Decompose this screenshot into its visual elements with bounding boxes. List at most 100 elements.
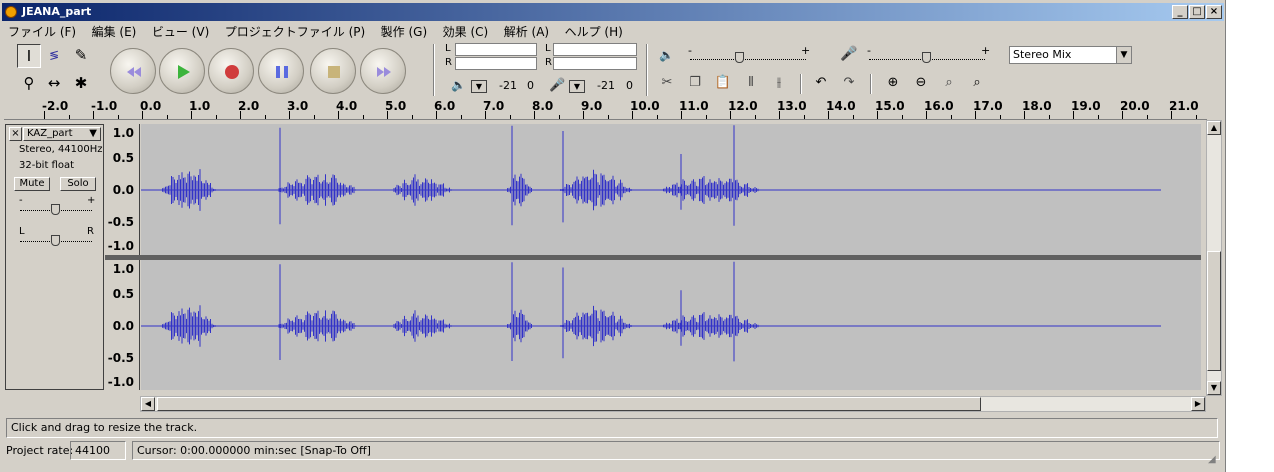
track-close-button[interactable]: ×	[9, 127, 22, 141]
track-name: KAZ_part	[27, 128, 73, 139]
ruler-tick-label: 5.0	[385, 99, 407, 113]
ruler-minor-tick	[117, 115, 119, 119]
menu-help[interactable]: ヘルプ (H)	[559, 21, 629, 42]
fit-project-icon[interactable]: ⌕	[965, 72, 989, 96]
menu-project[interactable]: プロジェクトファイル (P)	[219, 21, 371, 42]
toolbar-separator	[646, 44, 648, 96]
timeshift-tool-icon[interactable]: ↔	[42, 72, 66, 96]
fit-selection-icon[interactable]: ⌕	[937, 72, 961, 96]
ruler-tick-mark	[44, 111, 45, 119]
menu-file[interactable]: ファイル (F)	[2, 21, 82, 42]
ruler-tick-label: -1.0	[91, 99, 118, 113]
ruler-tick-label: 2.0	[238, 99, 260, 113]
output-volume-slider[interactable]	[690, 50, 806, 60]
play-icon	[178, 65, 190, 79]
ruler-minor-tick	[1048, 115, 1050, 119]
zoom-in-icon[interactable]: ⊕	[881, 72, 905, 96]
stop-button[interactable]	[310, 48, 356, 94]
output-volume-thumb[interactable]	[735, 52, 744, 63]
scroll-up-icon[interactable]: ▲	[1207, 121, 1221, 135]
draw-tool-icon[interactable]: ✎	[69, 44, 93, 68]
amplitude-ruler-left: 1.0 0.5 0.0 -0.5 -1.0	[105, 124, 140, 255]
title-bar[interactable]: JEANA_part	[2, 3, 1224, 21]
maximize-button[interactable]: □	[1189, 5, 1205, 19]
app-window: JEANA_part _ □ × ファイル (F) 編集 (E) ビュー (V)…	[0, 0, 1226, 472]
redo-icon[interactable]: ↷	[837, 72, 861, 96]
silence-icon[interactable]: ⫲	[767, 72, 791, 96]
play-meter-right-label: R	[445, 57, 452, 68]
rec-meter-menu-button[interactable]: ▼	[569, 80, 585, 93]
stop-icon	[328, 66, 340, 78]
waveform-left-channel[interactable]	[141, 124, 1201, 255]
resize-grip-icon[interactable]: ◢	[1208, 454, 1216, 465]
pause-button[interactable]	[258, 48, 304, 94]
play-meter-left-label: L	[445, 43, 451, 54]
chevron-down-icon[interactable]: ▼	[1116, 47, 1131, 63]
output-volume-icon: 🔈	[659, 48, 674, 62]
play-meter-menu-button[interactable]: ▼	[471, 80, 487, 93]
menu-generate[interactable]: 製作 (G)	[375, 21, 433, 42]
zoom-out-icon[interactable]: ⊖	[909, 72, 933, 96]
rec-meter-db-label: -21	[597, 79, 615, 92]
copy-icon[interactable]: ❐	[683, 72, 707, 96]
input-volume-thumb[interactable]	[922, 52, 931, 63]
gain-slider-thumb[interactable]	[51, 204, 60, 215]
skip-start-icon	[127, 67, 141, 77]
ruler-tick-label: 21.0	[1169, 99, 1199, 113]
track-name-menu[interactable]: KAZ_part ▼	[23, 127, 101, 141]
ruler-tick-mark	[632, 111, 633, 119]
ruler-minor-tick	[166, 115, 168, 119]
ruler-minor-tick	[705, 115, 707, 119]
track-bit-depth: 32-bit float	[19, 160, 75, 171]
pan-slider-thumb[interactable]	[51, 235, 60, 246]
cut-icon[interactable]: ✂	[655, 72, 679, 96]
trim-icon[interactable]: ⫴	[739, 72, 763, 96]
zoom-tool-icon[interactable]: ⚲	[17, 72, 41, 96]
ruler-tick-mark	[485, 111, 486, 119]
record-button[interactable]	[208, 48, 254, 94]
multi-tool-icon[interactable]: ✱	[69, 72, 93, 96]
ruler-minor-tick	[656, 115, 658, 119]
selection-tool-icon[interactable]: I	[17, 44, 41, 68]
ruler-tick-label: -2.0	[42, 99, 69, 113]
menu-effect[interactable]: 効果 (C)	[437, 21, 495, 42]
ruler-tick-label: 15.0	[875, 99, 905, 113]
track-format: Stereo, 44100Hz	[19, 144, 103, 155]
close-button[interactable]: ×	[1206, 5, 1222, 19]
undo-icon[interactable]: ↶	[809, 72, 833, 96]
ruler-minor-tick	[264, 115, 266, 119]
paste-icon[interactable]: 📋	[711, 72, 735, 96]
scroll-left-icon[interactable]: ◀	[141, 397, 155, 411]
record-icon	[225, 65, 239, 79]
menu-view[interactable]: ビュー (V)	[146, 21, 215, 42]
skip-start-button[interactable]	[110, 48, 156, 94]
vertical-scroll-thumb[interactable]	[1207, 251, 1221, 371]
skip-end-icon	[377, 67, 391, 77]
input-source-select[interactable]: Stereo Mix ▼	[1009, 46, 1132, 64]
rec-meter-zero-label: 0	[626, 79, 633, 92]
waveform-right-channel[interactable]	[141, 260, 1201, 390]
scroll-right-icon[interactable]: ▶	[1191, 397, 1205, 411]
waveform-path	[162, 125, 760, 226]
menu-analyze[interactable]: 解析 (A)	[498, 21, 555, 42]
ruler-minor-tick	[313, 115, 315, 119]
skip-end-button[interactable]	[360, 48, 406, 94]
play-button[interactable]	[159, 48, 205, 94]
ruler-minor-tick	[68, 115, 70, 119]
ruler-tick-label: 13.0	[777, 99, 807, 113]
ruler-tick-label: 9.0	[581, 99, 603, 113]
mute-button[interactable]: Mute	[14, 177, 50, 191]
menu-edit[interactable]: 編集 (E)	[86, 21, 143, 42]
timeline-ruler[interactable]: -2.0 -1.0 0.0 1.0 2.0 3.0 4.0 5.0 6.0 7.0 8.0 9.0 10…	[4, 98, 1207, 120]
envelope-tool-icon[interactable]: ≶	[42, 44, 66, 68]
solo-button[interactable]: Solo	[60, 177, 96, 191]
vertical-scrollbar[interactable]: ▲ ▼	[1206, 120, 1222, 396]
horizontal-scroll-thumb[interactable]	[157, 397, 981, 411]
project-rate-field[interactable]: 44100	[70, 441, 126, 460]
ruler-minor-tick	[362, 115, 364, 119]
scroll-down-icon[interactable]: ▼	[1207, 381, 1221, 395]
horizontal-scrollbar[interactable]: ◀ ▶	[140, 396, 1206, 412]
ruler-tick-mark	[93, 111, 94, 119]
amp-label: -0.5	[107, 351, 134, 365]
minimize-button[interactable]: _	[1172, 5, 1188, 19]
